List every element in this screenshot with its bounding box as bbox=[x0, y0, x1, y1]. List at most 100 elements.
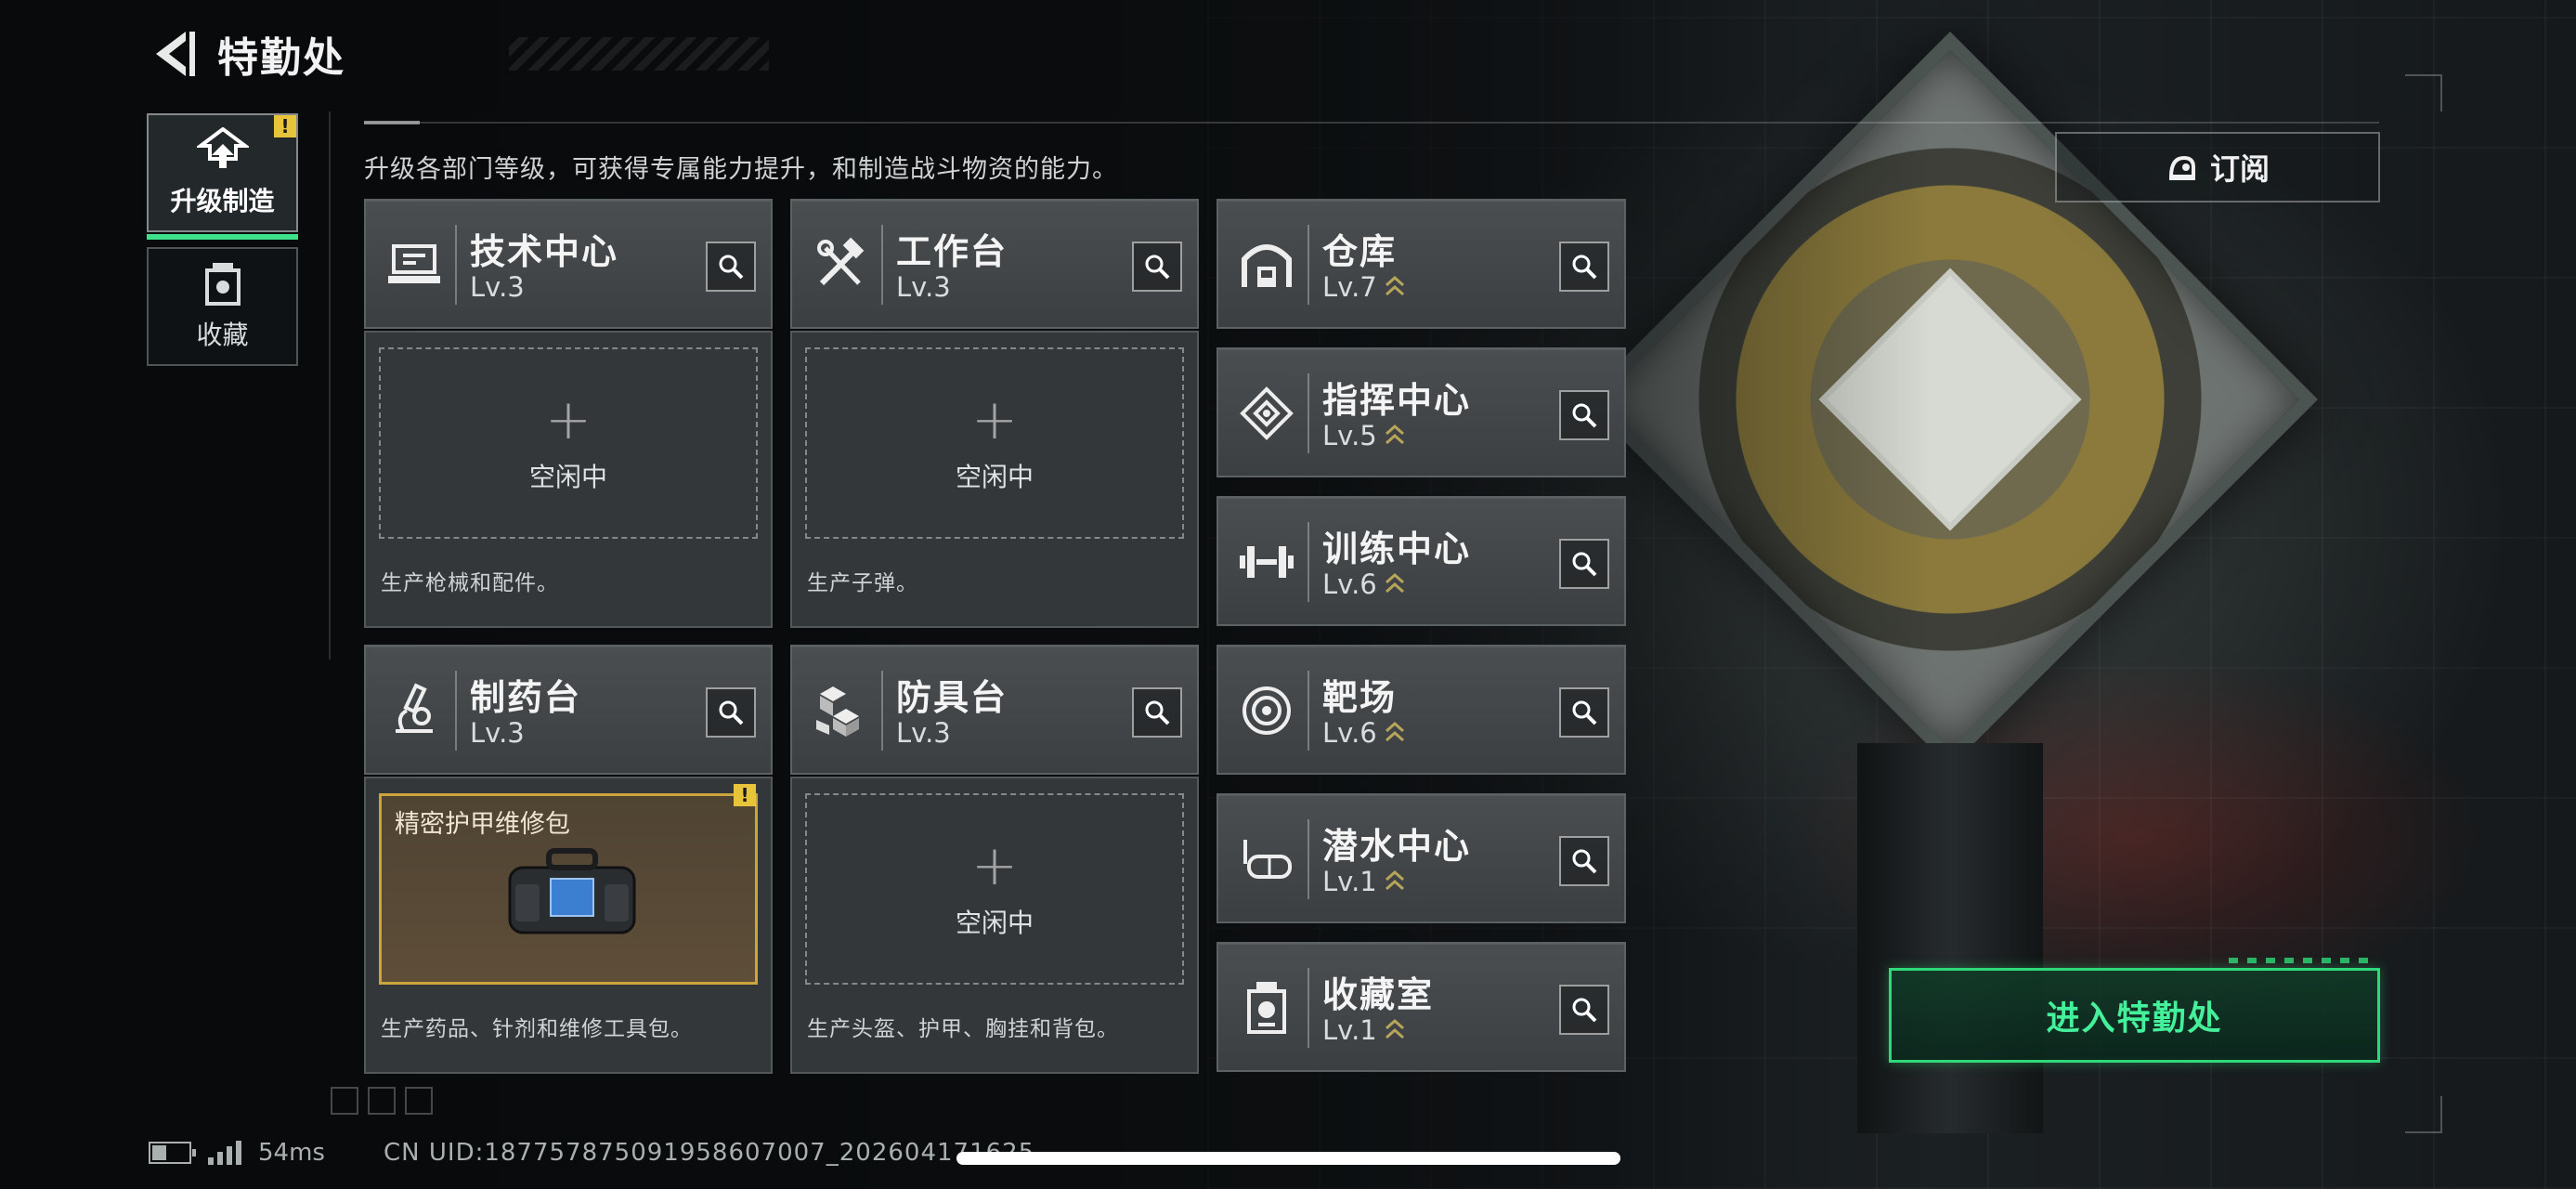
station-level: Lv.3 bbox=[470, 717, 525, 749]
station-name: 制药台 bbox=[470, 677, 582, 718]
production-slot-empty[interactable]: + 空闲中 bbox=[805, 793, 1184, 985]
ping-text: 54ms bbox=[258, 1139, 325, 1167]
battery-fill bbox=[152, 1145, 166, 1160]
subscribe-icon bbox=[2168, 155, 2195, 180]
back-arrow-icon bbox=[156, 32, 195, 76]
collection-room-icon bbox=[1231, 968, 1302, 1048]
header-separator bbox=[881, 225, 883, 305]
header-divider-accent bbox=[364, 121, 420, 124]
back-button[interactable] bbox=[147, 24, 199, 84]
tab-warning-badge: ! bbox=[274, 115, 296, 137]
crafting-warning-badge: ! bbox=[734, 784, 756, 806]
search-button[interactable] bbox=[1559, 390, 1609, 440]
footer-decorations bbox=[331, 1087, 433, 1115]
facility-card-shooting-range[interactable]: 靶场 Lv.6 bbox=[1216, 645, 1626, 775]
production-caption: 生产药品、针剂和维修工具包。 bbox=[381, 1017, 693, 1041]
title-decoration bbox=[509, 37, 769, 71]
station-header-workbench[interactable]: 工作台 Lv.3 bbox=[790, 199, 1199, 329]
station-level: Lv.3 bbox=[470, 271, 525, 303]
search-button[interactable] bbox=[706, 242, 756, 292]
facility-level: Lv.1 bbox=[1322, 1014, 1405, 1046]
facility-card-warehouse[interactable]: 仓库 Lv.7 bbox=[1216, 199, 1626, 329]
tab-collection[interactable]: 收藏 bbox=[147, 247, 298, 366]
search-button[interactable] bbox=[706, 687, 756, 738]
station-name: 技术中心 bbox=[470, 231, 619, 272]
facility-card-training-center[interactable]: 训练中心 Lv.6 bbox=[1216, 496, 1626, 626]
shooting-range-icon bbox=[1231, 671, 1302, 751]
production-slot-empty[interactable]: + 空闲中 bbox=[379, 347, 758, 539]
production-card-tech-center: + 空闲中 生产枪械和配件。 bbox=[364, 331, 773, 628]
facility-name: 收藏室 bbox=[1322, 974, 1435, 1015]
header-separator bbox=[455, 225, 457, 305]
frame-bracket-bottom-right bbox=[2405, 1096, 2442, 1133]
header: 特勤处 bbox=[147, 24, 769, 84]
search-icon bbox=[1572, 552, 1597, 577]
command-center-icon bbox=[1231, 373, 1302, 453]
crafting-item-name: 精密护甲维修包 bbox=[395, 810, 570, 839]
search-icon bbox=[1572, 700, 1597, 725]
station-level-text: Lv.3 bbox=[470, 717, 525, 749]
armor-repair-kit-image bbox=[508, 848, 636, 934]
plus-icon: + bbox=[970, 387, 1019, 452]
search-icon bbox=[1572, 998, 1597, 1023]
diving-center-icon bbox=[1231, 819, 1302, 899]
production-caption: 生产头盔、护甲、胸挂和背包。 bbox=[807, 1017, 1119, 1041]
production-caption: 生产子弹。 bbox=[807, 571, 918, 595]
slot-status: 空闲中 bbox=[955, 462, 1034, 492]
search-button[interactable] bbox=[1132, 242, 1182, 292]
station-name: 防具台 bbox=[896, 677, 1008, 718]
production-caption: 生产枪械和配件。 bbox=[381, 571, 559, 595]
search-button[interactable] bbox=[1559, 539, 1609, 589]
facility-level-text: Lv.6 bbox=[1322, 717, 1377, 749]
plus-icon: + bbox=[544, 387, 592, 452]
search-icon bbox=[1572, 849, 1597, 874]
collection-icon bbox=[204, 263, 241, 306]
warehouse-icon bbox=[1231, 225, 1302, 305]
status-bar: 54ms bbox=[149, 1139, 325, 1167]
enter-special-ops-button[interactable]: 进入特勤处 bbox=[1889, 958, 2380, 1063]
page-description: 升级各部门等级，可获得专属能力提升，和制造战斗物资的能力。 bbox=[364, 155, 1118, 184]
facility-card-collection-room[interactable]: 收藏室 Lv.1 bbox=[1216, 942, 1626, 1072]
header-separator bbox=[1308, 373, 1309, 453]
pharmacy-icon bbox=[379, 671, 449, 751]
header-separator bbox=[1308, 225, 1309, 305]
facility-card-diving-center[interactable]: 潜水中心 Lv.1 bbox=[1216, 793, 1626, 923]
production-card-armor-bench: + 空闲中 生产头盔、护甲、胸挂和背包。 bbox=[790, 777, 1199, 1074]
station-header-tech-center[interactable]: 技术中心 Lv.3 bbox=[364, 199, 773, 329]
subscribe-button[interactable]: 订阅 bbox=[2055, 132, 2380, 203]
production-slot-crafting[interactable]: 精密护甲维修包 bbox=[379, 793, 758, 985]
facility-level-text: Lv.6 bbox=[1322, 568, 1377, 600]
search-button[interactable] bbox=[1559, 836, 1609, 886]
facility-card-command-center[interactable]: 指挥中心 Lv.5 bbox=[1216, 347, 1626, 477]
search-icon bbox=[719, 255, 744, 280]
station-header-armor-bench[interactable]: 防具台 Lv.3 bbox=[790, 645, 1199, 775]
production-card-workbench: + 空闲中 生产子弹。 bbox=[790, 331, 1199, 628]
search-button[interactable] bbox=[1559, 242, 1609, 292]
search-button[interactable] bbox=[1559, 985, 1609, 1035]
production-slot-empty[interactable]: + 空闲中 bbox=[805, 347, 1184, 539]
facility-level-text: Lv.7 bbox=[1322, 271, 1377, 303]
facility-name: 潜水中心 bbox=[1322, 826, 1472, 867]
home-indicator[interactable] bbox=[956, 1152, 1620, 1165]
upgrade-chevron-icon bbox=[1385, 424, 1404, 445]
station-header-pharmacy[interactable]: 制药台 Lv.3 bbox=[364, 645, 773, 775]
facility-level: Lv.7 bbox=[1322, 271, 1405, 303]
tab-upgrade-craft[interactable]: 升级制造 ! bbox=[147, 113, 298, 240]
facility-level-text: Lv.1 bbox=[1322, 866, 1377, 897]
signal-icon bbox=[208, 1141, 241, 1165]
search-button[interactable] bbox=[1559, 687, 1609, 738]
search-icon bbox=[1572, 255, 1597, 280]
decor-square bbox=[368, 1087, 396, 1115]
workbench-icon bbox=[805, 225, 876, 305]
facility-level: Lv.5 bbox=[1322, 420, 1405, 451]
facility-name: 靶场 bbox=[1322, 677, 1398, 718]
upgrade-chevron-icon bbox=[1385, 721, 1404, 742]
search-button[interactable] bbox=[1132, 687, 1182, 738]
production-card-pharmacy: 精密护甲维修包 ! 生产药品、针剂和维修工具包。 bbox=[364, 777, 773, 1074]
facility-name: 训练中心 bbox=[1322, 529, 1472, 569]
header-separator bbox=[881, 671, 883, 751]
header-separator bbox=[1308, 968, 1309, 1048]
tab-upgrade-craft-label: 升级制造 bbox=[170, 186, 275, 216]
enter-button-decoration bbox=[2229, 958, 2377, 963]
frame-bracket-right bbox=[2405, 74, 2442, 111]
